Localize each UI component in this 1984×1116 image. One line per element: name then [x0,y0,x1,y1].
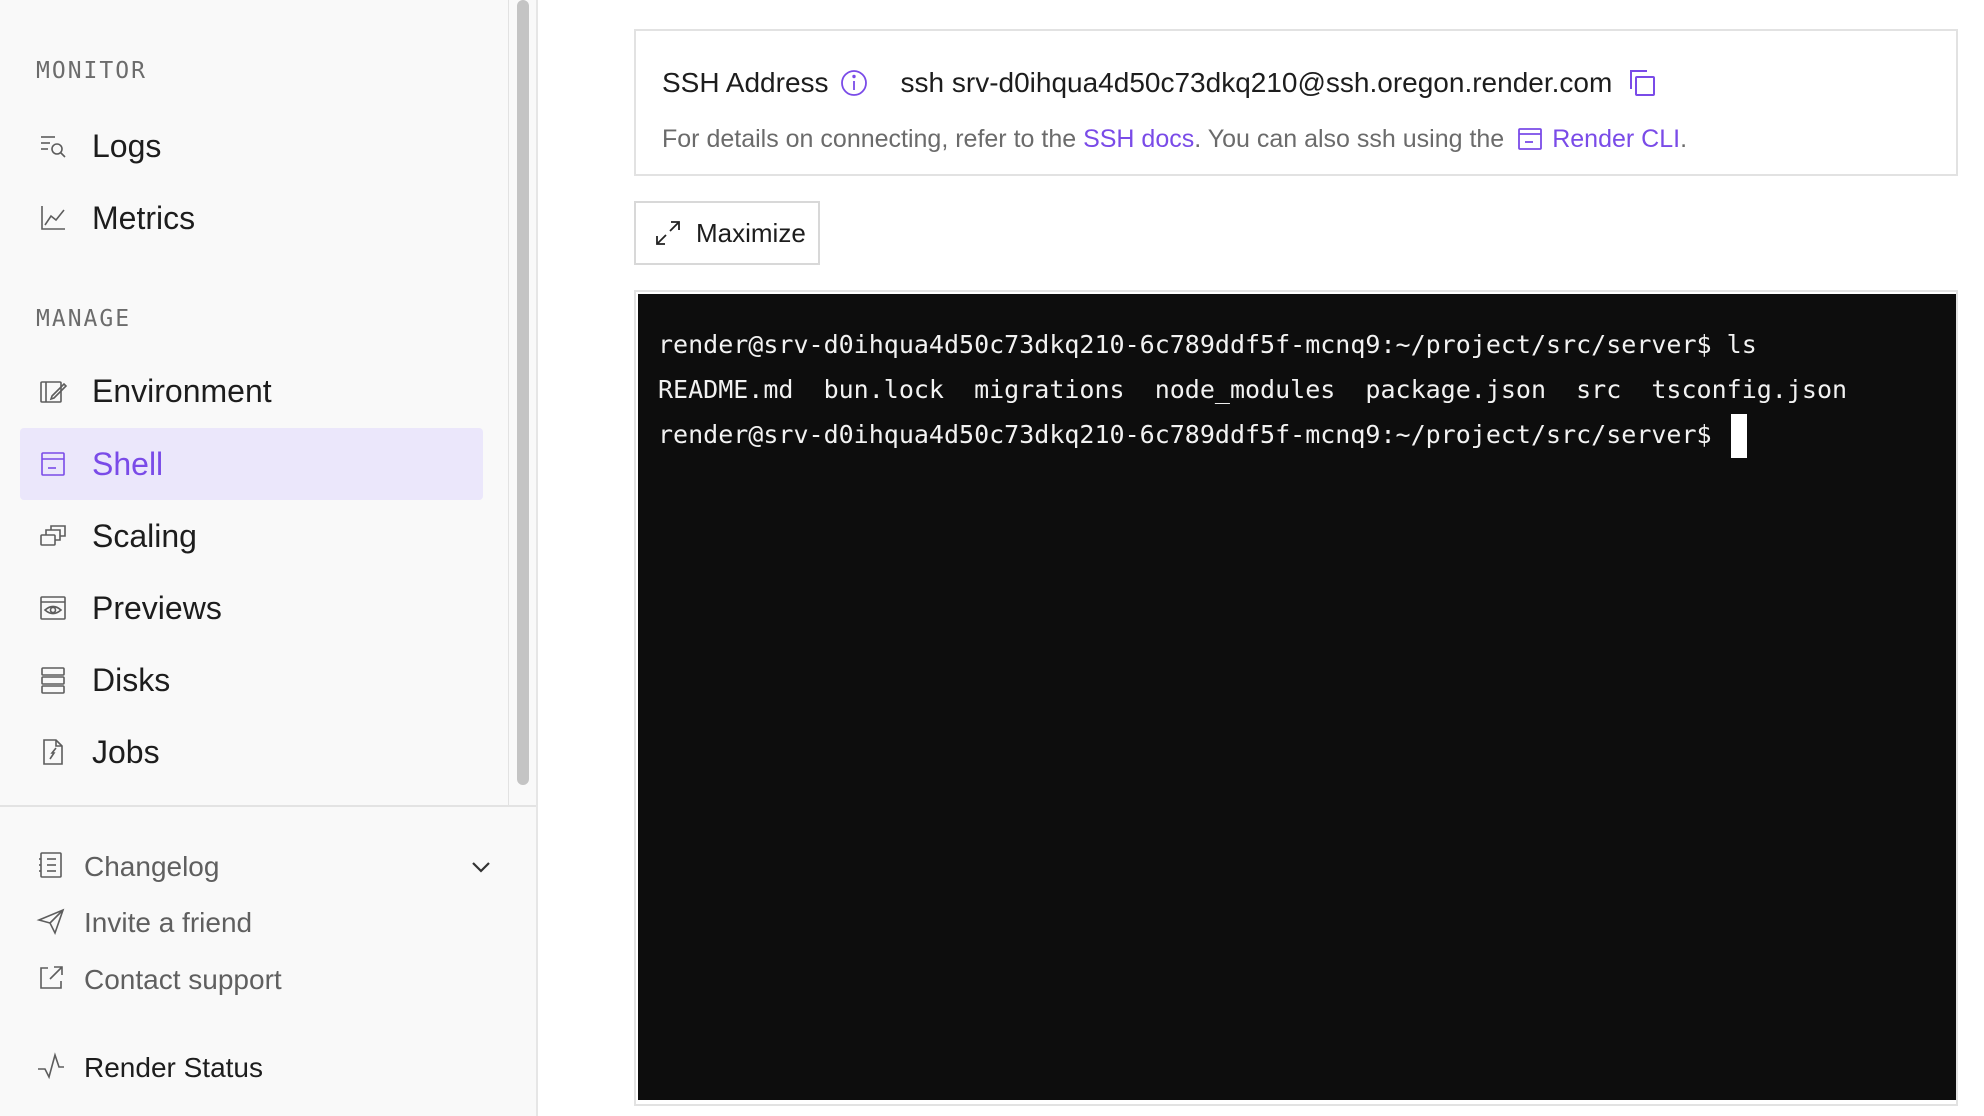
disks-icon [36,663,70,697]
sidebar-item-disks[interactable]: Disks [20,644,483,716]
terminal-frame: render@srv-d0ihqua4d50c73dkq210-6c789ddf… [634,290,1958,1106]
sidebar-item-label: Previews [92,589,222,626]
sidebar-item-metrics[interactable]: Metrics [20,182,483,254]
shell-icon [36,447,70,481]
logs-icon [36,129,70,163]
sidebar-item-shell[interactable]: Shell [20,428,483,500]
expand-icon [652,217,684,249]
jobs-icon [36,735,70,769]
terminal[interactable]: render@srv-d0ihqua4d50c73dkq210-6c789ddf… [638,294,1956,1100]
section-title-monitor: MONITOR [36,58,147,84]
maximize-button[interactable]: Maximize [634,201,820,265]
section-title-manage: MANAGE [36,306,132,332]
copy-icon[interactable] [1626,67,1658,99]
send-icon [36,906,66,941]
ssh-docs-link[interactable]: SSH docs [1083,125,1194,154]
sidebar-item-label: Scaling [92,517,197,554]
sidebar: MONITOR Logs Metrics MANAGE Environment [0,0,538,1116]
scaling-icon [36,519,70,553]
terminal-cursor [1730,414,1747,458]
external-link-icon [36,963,66,998]
metrics-icon [36,201,70,235]
render-status-link[interactable]: Render Status [36,1043,263,1093]
ssh-details-middle: . You can also ssh using the [1194,124,1505,153]
sidebar-item-label: Environment [92,372,272,409]
ssh-address-row: SSH Address ssh srv-d0ihqua4d50c73dkq210… [662,61,1658,105]
ssh-details-text: For details on connecting, refer to the … [662,119,1687,159]
terminal-prompt-line: render@srv-d0ihqua4d50c73dkq210-6c789ddf… [658,412,1936,458]
pulse-icon [36,1051,66,1086]
ssh-command-text[interactable]: ssh srv-d0ihqua4d50c73dkq210@ssh.oregon.… [901,67,1613,99]
sidebar-item-label: Jobs [92,733,160,770]
sidebar-item-label: Logs [92,127,162,164]
sidebar-item-jobs[interactable]: Jobs [20,716,483,788]
sidebar-item-environment[interactable]: Environment [20,355,483,427]
environment-icon [36,374,70,408]
terminal-prompt: render@srv-d0ihqua4d50c73dkq210-6c789ddf… [658,420,1727,449]
contact-support-link[interactable]: Contact support [36,955,282,1005]
sidebar-item-label: Disks [92,661,171,698]
maximize-label: Maximize [696,217,806,248]
sidebar-nav: MONITOR Logs Metrics MANAGE Environment [0,0,508,805]
ssh-details-prefix: For details on connecting, refer to the [662,124,1077,153]
render-cli-link[interactable]: Render CLI [1552,125,1680,154]
sidebar-item-logs[interactable]: Logs [20,110,483,182]
terminal-line: README.md bun.lock migrations node_modul… [658,375,1848,404]
changelog-item[interactable]: Changelog [36,842,219,892]
ssh-address-label: SSH Address [662,67,829,98]
info-icon[interactable] [839,68,869,98]
sidebar-item-label: Shell [92,445,164,482]
chevron-down-icon[interactable] [464,850,498,884]
sidebar-scrollbar-thumb[interactable] [517,0,529,785]
terminal-line: render@srv-d0ihqua4d50c73dkq210-6c789ddf… [658,330,1757,359]
terminal-window-icon [1516,125,1544,153]
sidebar-scrollbar[interactable] [508,0,536,805]
invite-friend-link[interactable]: Invite a friend [36,898,252,948]
changelog-label: Changelog [84,851,220,882]
sidebar-item-scaling[interactable]: Scaling [20,500,483,572]
sidebar-item-previews[interactable]: Previews [20,572,483,644]
invite-friend-label: Invite a friend [84,907,253,938]
ssh-address-panel: SSH Address ssh srv-d0ihqua4d50c73dkq210… [634,29,1958,176]
contact-support-label: Contact support [84,964,282,995]
render-status-label: Render Status [84,1052,263,1083]
sidebar-divider [0,805,536,807]
sidebar-item-label: Metrics [92,199,196,236]
changelog-icon [36,850,66,885]
previews-icon [36,591,70,625]
ssh-details-suffix: . [1680,124,1688,153]
